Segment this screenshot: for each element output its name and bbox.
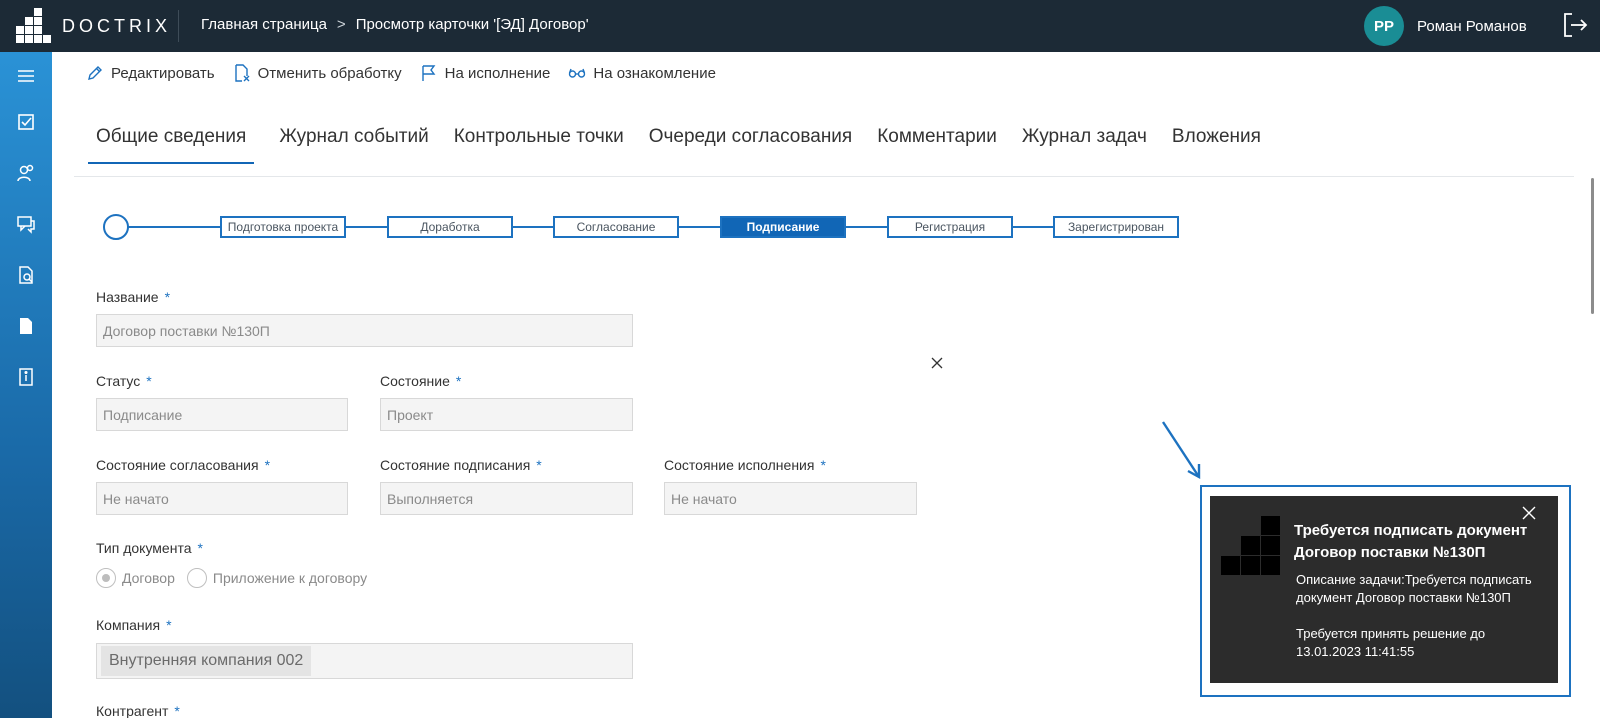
tab-bar: Общие сведения Журнал событий Контрольны… [88, 126, 1261, 164]
stepper-start-circle [103, 214, 129, 240]
step-project-preparation: Подготовка проекта [220, 216, 346, 238]
step-signing: Подписание [720, 216, 846, 238]
top-bar: DOCTRIX Главная страница > Просмотр карт… [0, 0, 1600, 52]
tab-approval-queues[interactable]: Очереди согласования [649, 126, 853, 164]
to-execution-label: На исполнение [444, 64, 551, 82]
signing-state-label: Состояние подписания * [380, 457, 542, 473]
tasks-icon[interactable] [16, 112, 36, 132]
approval-state-field[interactable]: Не начато [96, 482, 348, 515]
notification-toast[interactable]: Требуется подписать документ Договор пос… [1210, 496, 1558, 683]
signing-state-field[interactable]: Выполняется [380, 482, 633, 515]
status-label: Статус * [96, 373, 152, 389]
logo-text: DOCTRIX [62, 16, 171, 36]
menu-icon[interactable] [16, 66, 36, 86]
approval-state-label: Состояние согласования * [96, 457, 271, 473]
status-field[interactable]: Подписание [96, 398, 348, 431]
tab-task-log[interactable]: Журнал задач [1022, 126, 1147, 164]
breadcrumb-home[interactable]: Главная страница [201, 16, 327, 33]
notification-logo-icon [1221, 516, 1281, 576]
doc-type-option-contract: Договор [122, 570, 175, 586]
scrollbar[interactable] [1591, 178, 1594, 314]
counterparty-label: Контрагент * [96, 703, 180, 718]
notification-close-icon[interactable] [1522, 506, 1536, 520]
doc-type-radio-contract[interactable] [96, 568, 116, 588]
to-execution-button[interactable]: На исполнение [420, 64, 551, 82]
sidebar [0, 52, 52, 718]
avatar[interactable]: РР [1364, 6, 1404, 46]
name-label: Название * [96, 289, 171, 305]
doc-type-radio-group: Договор Приложение к договору [96, 568, 367, 588]
flag-icon [421, 65, 436, 81]
company-label: Компания * [96, 617, 172, 633]
user-name[interactable]: Роман Романов [1417, 18, 1527, 35]
tab-general[interactable]: Общие сведения [88, 126, 255, 164]
glasses-icon [569, 68, 586, 78]
tab-event-log[interactable]: Журнал событий [279, 126, 428, 164]
name-field[interactable]: Договор поставки №130П [96, 314, 633, 347]
info-book-icon[interactable] [16, 367, 36, 387]
to-review-button[interactable]: На ознакомление [568, 64, 716, 82]
step-approval: Согласование [553, 216, 679, 238]
breadcrumb-separator: > [336, 16, 346, 33]
state-label: Состояние * [380, 373, 462, 389]
doc-type-label: Тип документа * [96, 540, 203, 556]
close-icon[interactable] [930, 356, 944, 370]
notification-title: Требуется подписать документ Договор пос… [1294, 522, 1528, 561]
execution-state-field[interactable]: Не начато [664, 482, 917, 515]
breadcrumb-current: Просмотр карточки '[ЭД] Договор' [355, 16, 589, 33]
notification-description: Описание задачи:Требуется подписать доку… [1296, 572, 1532, 605]
toolbar: Редактировать Отменить обработку На испо… [86, 64, 716, 82]
notification-deadline: Требуется принять решение до 13.01.2023 … [1296, 626, 1486, 659]
edit-button-label: Редактировать [111, 64, 215, 82]
annotation-arrow-icon [1161, 421, 1201, 480]
document-cancel-icon [234, 64, 250, 82]
tab-attachments[interactable]: Вложения [1172, 126, 1261, 164]
workflow-stepper: Подготовка проекта Доработка Согласовани… [103, 214, 1183, 240]
company-field[interactable]: Внутренняя компания 002 [96, 643, 633, 679]
step-registration: Регистрация [887, 216, 1013, 238]
breadcrumb: Главная страница > Просмотр карточки '[Э… [201, 16, 589, 33]
topbar-divider [178, 10, 179, 42]
logout-icon[interactable] [1562, 12, 1588, 38]
document-icon[interactable] [16, 316, 36, 336]
tabs-divider [74, 176, 1574, 177]
to-review-label: На ознакомление [593, 64, 716, 82]
chat-icon[interactable] [16, 214, 36, 234]
cancel-processing-label: Отменить обработку [257, 64, 402, 82]
logo-mark-icon [16, 8, 52, 44]
edit-button[interactable]: Редактировать [86, 64, 215, 82]
notification-body: Описание задачи:Требуется подписать доку… [1296, 571, 1546, 661]
users-icon[interactable] [16, 163, 36, 183]
document-search-icon[interactable] [16, 265, 36, 285]
app-logo[interactable]: DOCTRIX [16, 8, 176, 44]
pencil-icon [88, 66, 102, 80]
step-revision: Доработка [387, 216, 513, 238]
doc-type-option-appendix: Приложение к договору [212, 570, 368, 586]
cancel-processing-button[interactable]: Отменить обработку [233, 64, 402, 82]
state-field[interactable]: Проект [380, 398, 633, 431]
user-menu[interactable]: РР Роман Романов [1364, 6, 1527, 46]
tab-comments[interactable]: Комментарии [877, 126, 997, 164]
execution-state-label: Состояние исполнения * [664, 457, 826, 473]
step-registered: Зарегистрирован [1053, 216, 1179, 238]
company-chip[interactable]: Внутренняя компания 002 [101, 646, 312, 676]
doc-type-radio-appendix[interactable] [186, 568, 207, 588]
tab-checkpoints[interactable]: Контрольные точки [454, 126, 624, 164]
